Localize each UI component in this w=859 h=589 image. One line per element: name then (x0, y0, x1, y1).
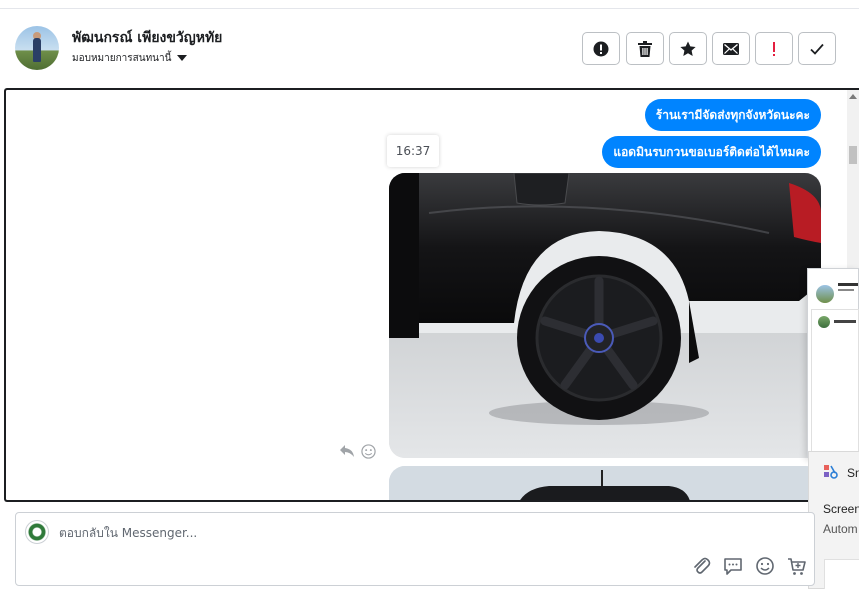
contact-name[interactable]: พัฒนกรณ์ เพียงขวัญหทัย (72, 27, 222, 49)
checkmark-icon (810, 43, 824, 55)
notification-title: Screen (823, 502, 859, 516)
preview-subtitle-line (838, 289, 854, 291)
scroll-up-arrow-icon[interactable] (849, 94, 857, 99)
preview-content (811, 309, 859, 455)
shop-button[interactable] (786, 555, 808, 577)
inbox-app: พัฒนกรณ์ เพียงขวัญหทัย มอบหมายการสนทนานี… (0, 0, 859, 589)
notification-app-label: Sn (847, 466, 859, 480)
reply-composer (15, 512, 815, 586)
notification-thumbnail[interactable] (824, 559, 859, 589)
contact-avatar[interactable] (15, 26, 59, 70)
assign-label: มอบหมายการสนทนานี้ (72, 53, 172, 64)
preview-page-avatar (818, 316, 830, 328)
truck-wheel-photo (389, 173, 821, 458)
notification-subtitle: Autom (823, 522, 858, 536)
star-icon (680, 41, 696, 56)
smiley-icon (756, 557, 774, 575)
scroll-thumb[interactable] (849, 146, 857, 164)
caret-down-icon (177, 55, 188, 61)
message-actions (339, 444, 376, 459)
message-timestamp-tooltip: 16:37 (387, 135, 439, 167)
attachment-button[interactable] (690, 555, 712, 577)
preview-name-line (838, 283, 858, 286)
message-thread[interactable]: ร้านเรามีจัดส่งทุกจังหวัดนะคะ แอดมินรบกว… (4, 88, 859, 502)
message-bubble[interactable]: ร้านเรามีจัดส่งทุกจังหวัดนะคะ (644, 99, 821, 131)
message-image-truck-top[interactable] (389, 466, 821, 500)
reply-icon[interactable] (339, 444, 355, 458)
follow-up-button[interactable] (755, 32, 793, 65)
envelope-icon (723, 42, 739, 55)
exclamation-icon (773, 41, 775, 56)
avatar-person-body (33, 38, 41, 62)
chat-bubble-icon (724, 558, 742, 575)
message-bubble[interactable]: แอดมินรบกวนขอเบอร์ติดต่อได้ไหมคะ (602, 136, 821, 168)
snipping-tool-icon (824, 465, 838, 479)
conversation-header: พัฒนกรณ์ เพียงขวัญหทัย มอบหมายการสนทนานี… (0, 8, 859, 88)
emoji-button[interactable] (754, 555, 776, 577)
saved-replies-button[interactable] (722, 555, 744, 577)
mark-spam-button[interactable] (582, 32, 620, 65)
truck-top-photo (389, 466, 821, 500)
preview-avatar (816, 285, 834, 303)
reply-input[interactable] (59, 523, 699, 543)
paperclip-icon (694, 557, 711, 574)
page-avatar (25, 520, 49, 544)
snipping-tool-notification[interactable]: Sn Screen Autom (808, 451, 859, 589)
cart-add-icon (788, 558, 806, 575)
exclamation-circle-icon (593, 41, 609, 56)
react-emoji-icon[interactable] (361, 444, 376, 459)
floating-preview-window[interactable] (807, 268, 859, 458)
assign-conversation-dropdown[interactable]: มอบหมายการสนทนานี้ (72, 51, 188, 66)
delete-button[interactable] (626, 32, 664, 65)
message-image-truck-wheel[interactable] (389, 173, 821, 458)
mark-unread-button[interactable] (712, 32, 750, 65)
star-button[interactable] (669, 32, 707, 65)
trash-icon (638, 40, 652, 57)
preview-text-line (834, 320, 856, 323)
mark-done-button[interactable] (798, 32, 836, 65)
composer-tools (690, 555, 808, 577)
